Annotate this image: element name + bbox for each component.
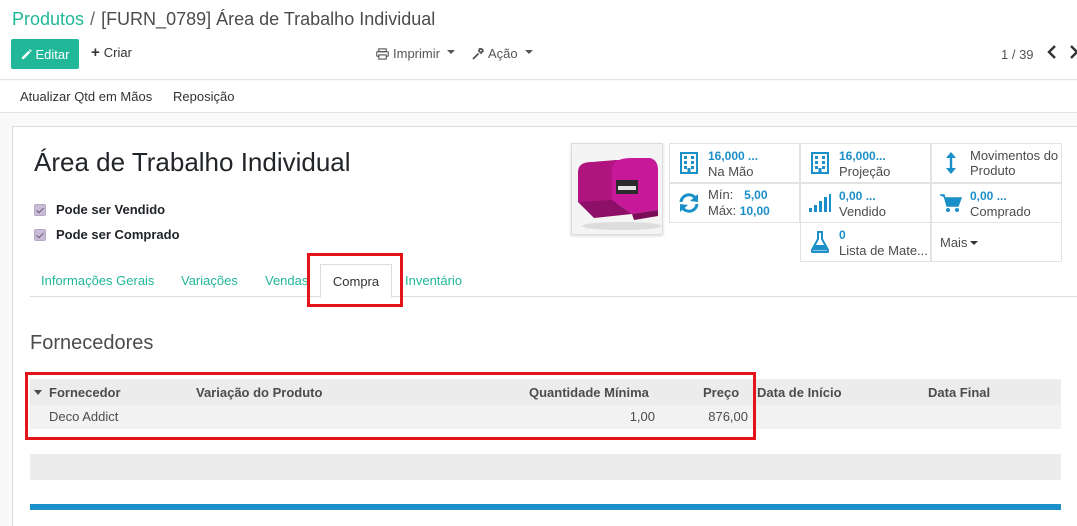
sold-stat-button[interactable]: 0,00 ... Vendido xyxy=(800,183,931,223)
can-be-purchased-checkbox[interactable] xyxy=(34,228,46,241)
sold-label: Vendido xyxy=(839,203,886,219)
building-icon xyxy=(809,152,831,174)
arrows-v-icon xyxy=(940,151,962,175)
printer-icon xyxy=(376,47,389,60)
chevron-right-icon[interactable] xyxy=(1070,45,1077,63)
on-hand-stat-button[interactable]: 16,000 ... Na Mão xyxy=(669,143,800,183)
forecast-value: 16,000... xyxy=(839,148,886,163)
caret-down-icon xyxy=(524,49,533,54)
bom-value: 0 xyxy=(839,227,846,242)
building-icon xyxy=(678,152,700,174)
breadcrumb-separator: / xyxy=(90,9,96,29)
chevron-left-icon[interactable] xyxy=(1047,45,1057,63)
column-date-end[interactable]: Data Final xyxy=(928,385,990,400)
control-panel: Produtos / [FURN_0789] Área de Trabalho In… xyxy=(0,0,1077,80)
highlight-purchase-tab xyxy=(307,253,403,307)
purchased-value: 0,00 ... xyxy=(970,188,1007,203)
max-value: 10,00 xyxy=(739,204,770,218)
wrench-icon xyxy=(472,47,484,59)
bom-stat-button[interactable]: 0 Lista de Mate... xyxy=(800,222,931,262)
signal-icon xyxy=(809,194,831,212)
reorder-rules-stat-button[interactable]: Mín: 5,00 Máx: 10,00 xyxy=(669,183,800,223)
column-date-start[interactable]: Data de Início xyxy=(757,385,842,400)
on-hand-value: 16,000 ... xyxy=(708,148,759,163)
section-separator xyxy=(30,504,1061,510)
shopping-cart-icon xyxy=(940,193,962,213)
action-label: Ação xyxy=(488,46,518,61)
more-label: Mais xyxy=(940,234,968,250)
table-footer xyxy=(30,454,1061,480)
can-be-purchased-row: Pode ser Comprado xyxy=(34,227,180,242)
can-be-sold-row: Pode ser Vendido xyxy=(34,202,165,217)
form-sheet: Área de Trabalho Individual Pode ser Ven… xyxy=(12,126,1077,526)
edit-button-label: Editar xyxy=(35,46,70,62)
caret-down-icon xyxy=(446,49,455,54)
bom-label: Lista de Mate... xyxy=(839,242,928,258)
caret-down-icon xyxy=(970,240,979,245)
section-title: Fornecedores xyxy=(30,332,154,354)
product-image[interactable] xyxy=(571,143,663,235)
tab-sales[interactable]: Vendas xyxy=(265,273,308,288)
form-statusbar: Atualizar Qtd em Mãos Reposição xyxy=(0,81,1077,113)
refresh-icon xyxy=(678,193,700,213)
tab-variants[interactable]: Variações xyxy=(181,273,238,288)
print-label: Imprimir xyxy=(393,46,440,61)
print-dropdown[interactable]: Imprimir xyxy=(376,46,455,61)
min-label: Mín: xyxy=(708,187,734,202)
forecast-stat-button[interactable]: 16,000... Projeção xyxy=(800,143,931,183)
min-value: 5,00 xyxy=(744,188,768,202)
purchased-stat-button[interactable]: 0,00 ... Comprado xyxy=(931,183,1062,223)
product-moves-stat-button[interactable]: Movimentos do Produto xyxy=(931,143,1062,183)
can-be-sold-checkbox[interactable] xyxy=(34,203,46,216)
product-moves-label-1: Movimentos do xyxy=(970,148,1059,163)
tab-general-info[interactable]: Informações Gerais xyxy=(41,273,154,288)
replenish-button[interactable]: Reposição xyxy=(173,89,234,104)
on-hand-label: Na Mão xyxy=(708,163,754,179)
breadcrumb-products-link[interactable]: Produtos xyxy=(12,9,84,29)
pager-value[interactable]: 1 / 39 xyxy=(1001,47,1034,62)
edit-button[interactable]: Editar xyxy=(11,39,79,69)
pencil-icon xyxy=(21,48,32,59)
action-dropdown[interactable]: Ação xyxy=(472,46,533,61)
sold-value: 0,00 ... xyxy=(839,188,876,203)
max-label: Máx: xyxy=(708,203,737,218)
can-be-purchased-label: Pode ser Comprado xyxy=(56,227,180,242)
highlight-supplier-row xyxy=(25,372,756,440)
flask-icon xyxy=(809,231,831,253)
create-button[interactable]: + Criar xyxy=(91,45,132,60)
more-stat-button[interactable]: Mais xyxy=(931,222,1062,262)
purchased-label: Comprado xyxy=(970,203,1031,219)
forecast-label: Projeção xyxy=(839,163,891,179)
product-moves-label-2: Produto xyxy=(970,163,1016,178)
can-be-sold-label: Pode ser Vendido xyxy=(56,202,166,217)
create-button-label: Criar xyxy=(103,45,132,60)
plus-icon: + xyxy=(91,44,100,61)
update-qty-button[interactable]: Atualizar Qtd em Mãos xyxy=(20,89,152,104)
product-name[interactable]: Área de Trabalho Individual xyxy=(34,147,351,178)
breadcrumb: Produtos / [FURN_0789] Área de Trabalho In… xyxy=(12,9,435,30)
notebook-tabs: Informações Gerais Variações Vendas Comp… xyxy=(30,263,1077,298)
breadcrumb-current: [FURN_0789] Área de Trabalho Individual xyxy=(101,9,436,29)
tab-inventory[interactable]: Inventário xyxy=(405,273,462,288)
